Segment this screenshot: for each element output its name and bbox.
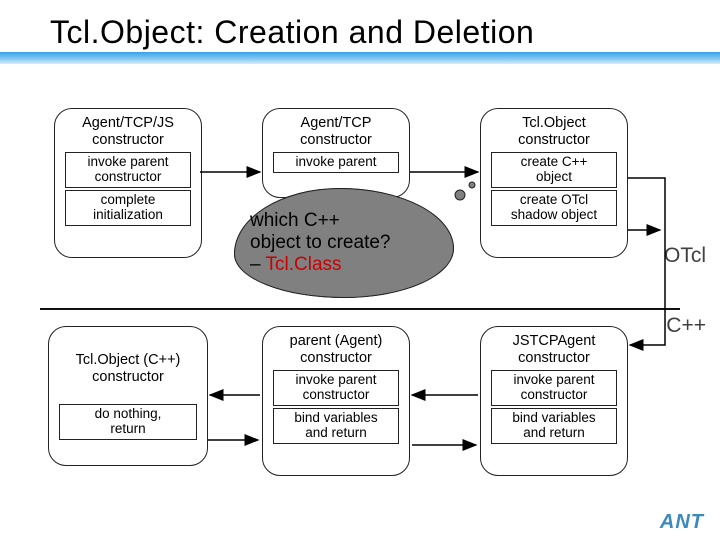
label-otcl: OTcl (664, 244, 706, 268)
node-header: Tcl.Object (C++)constructor (53, 352, 203, 385)
divider-line (40, 308, 680, 310)
sub-create-cpp: create C++object (491, 152, 617, 188)
cloud-text: which C++ object to create? – Tcl.Class (250, 210, 440, 276)
node-header: Agent/TCPconstructor (267, 115, 405, 148)
node-header: Agent/TCP/JSconstructor (59, 115, 197, 148)
node-header: JSTCPAgentconstructor (485, 333, 623, 366)
sub-invoke-parent: invoke parentconstructor (65, 152, 191, 188)
footer-logo: ANT (660, 511, 704, 534)
node-header: parent (Agent)constructor (267, 333, 405, 366)
node-parent-agent: parent (Agent)constructor invoke parentc… (262, 326, 410, 476)
node-agent-tcp: Agent/TCPconstructor invoke parent (262, 108, 410, 198)
sub-invoke-parent: invoke parent (273, 152, 399, 173)
node-jstcpagent: JSTCPAgentconstructor invoke parentconst… (480, 326, 628, 476)
cloud-dash: – (250, 254, 261, 275)
sub-create-shadow: create OTclshadow object (491, 190, 617, 226)
title-band (0, 52, 720, 64)
label-cpp: C++ (666, 314, 706, 338)
node-tclobject-ctor: Tcl.Objectconstructor create C++object c… (480, 108, 628, 258)
sub-invoke-parent: invoke parentconstructor (273, 370, 399, 406)
cloud-line2: object to create? (250, 232, 390, 253)
sub-complete-init: completeinitialization (65, 190, 191, 226)
page-title: Tcl.Object: Creation and Deletion (50, 14, 534, 51)
sub-invoke-parent: invoke parentconstructor (491, 370, 617, 406)
sub-bind-vars: bind variablesand return (491, 408, 617, 444)
node-tclobject-cpp: Tcl.Object (C++)constructor do nothing,r… (48, 326, 208, 466)
cloud-emph: Tcl.Class (266, 254, 342, 275)
node-header: Tcl.Objectconstructor (485, 115, 623, 148)
sub-do-nothing: do nothing,return (59, 404, 197, 440)
cloud-line1: which C++ (250, 210, 340, 231)
node-agent-tcp-js: Agent/TCP/JSconstructor invoke parentcon… (54, 108, 202, 258)
sub-bind-vars: bind variablesand return (273, 408, 399, 444)
